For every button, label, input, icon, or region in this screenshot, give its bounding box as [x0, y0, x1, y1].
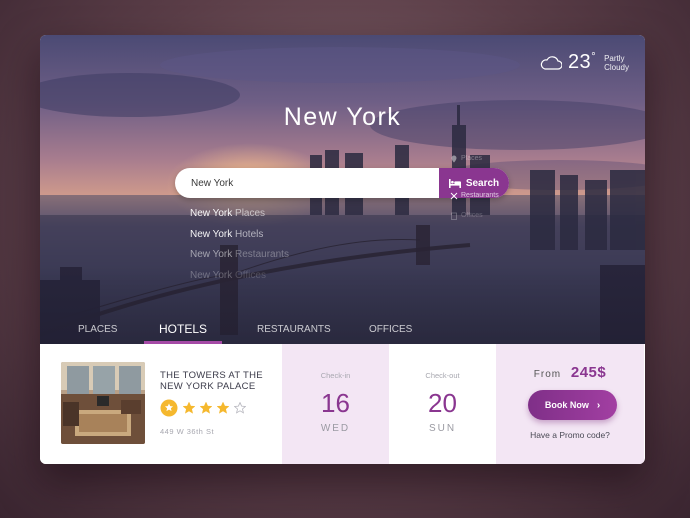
star-filled-icon: [183, 402, 195, 414]
from-label: From: [533, 369, 562, 380]
checkout-day: 20: [428, 388, 457, 418]
category-hint-places[interactable]: Places: [450, 149, 499, 169]
category-hint-restaurants[interactable]: Restaurants: [450, 186, 499, 206]
city-title: New York: [283, 103, 402, 131]
chevron-right-icon: ›: [596, 399, 601, 411]
weather-widget: 23° Partly Cloudy: [540, 51, 629, 74]
hotel-rating: [160, 399, 251, 417]
suggestion-item[interactable]: New York Hotels: [190, 225, 289, 246]
suggestion-item[interactable]: New York Restaurants: [190, 245, 289, 266]
search-input[interactable]: [175, 168, 439, 198]
book-now-button[interactable]: Book Now ›: [528, 390, 617, 420]
suggestion-item[interactable]: New York Places: [190, 204, 289, 225]
star-filled-icon: [200, 402, 212, 414]
hotel-room-image: [61, 362, 145, 444]
hotel-photo[interactable]: [61, 362, 145, 444]
suggestion-item[interactable]: New York Offices: [190, 266, 289, 287]
temperature: 23°: [567, 51, 597, 73]
checkin-day: 16: [321, 388, 350, 418]
tab-restaurants[interactable]: RESTAURANTS: [257, 324, 331, 335]
building-icon: [451, 212, 457, 220]
city-hero: 23° Partly Cloudy New York Search N: [40, 35, 645, 344]
checkout-date[interactable]: Check-out 20 SUN: [389, 344, 496, 464]
star-badge-icon: [160, 399, 178, 417]
checkout-weekday: SUN: [428, 423, 457, 434]
tab-places[interactable]: PLACES: [78, 324, 117, 335]
book-now-label: Book Now: [544, 400, 589, 410]
price: 245$: [570, 364, 607, 381]
checkin-date[interactable]: Check-in 16 WED: [282, 344, 389, 464]
category-tabs: PLACES HOTELS RESTAURANTS OFFICES: [40, 314, 645, 344]
cloud-icon: [540, 55, 562, 70]
star-filled-icon: [217, 402, 229, 414]
hotel-address: 449 W 36th St: [160, 427, 215, 436]
pin-icon: [451, 155, 457, 163]
booking-panel: THE TOWERS AT THE NEW YORK PALACE 449 W …: [40, 344, 645, 464]
hotel-search-card: 23° Partly Cloudy New York Search N: [40, 35, 645, 464]
price-line: From 245$: [496, 364, 644, 381]
promo-code-link[interactable]: Have a Promo code?: [496, 430, 644, 440]
fork-knife-icon: [450, 192, 458, 200]
tab-offices[interactable]: OFFICES: [369, 324, 412, 335]
category-hints: Places Restaurants Offices: [450, 149, 499, 226]
hotel-summary: THE TOWERS AT THE NEW YORK PALACE 449 W …: [40, 344, 282, 464]
booking-box: From 245$ Book Now › Have a Promo code?: [496, 344, 644, 464]
search-suggestions: New York Places New York Hotels New York…: [190, 204, 289, 286]
checkout-label: Check-out: [425, 371, 460, 380]
category-hint-offices[interactable]: Offices: [450, 206, 499, 226]
checkin-weekday: WED: [320, 423, 351, 434]
checkin-label: Check-in: [320, 371, 351, 380]
tab-hotels[interactable]: HOTELS: [159, 322, 207, 336]
weather-condition: Partly Cloudy: [604, 53, 629, 72]
hotel-name[interactable]: THE TOWERS AT THE NEW YORK PALACE: [160, 370, 270, 392]
star-empty-icon: [234, 402, 246, 414]
